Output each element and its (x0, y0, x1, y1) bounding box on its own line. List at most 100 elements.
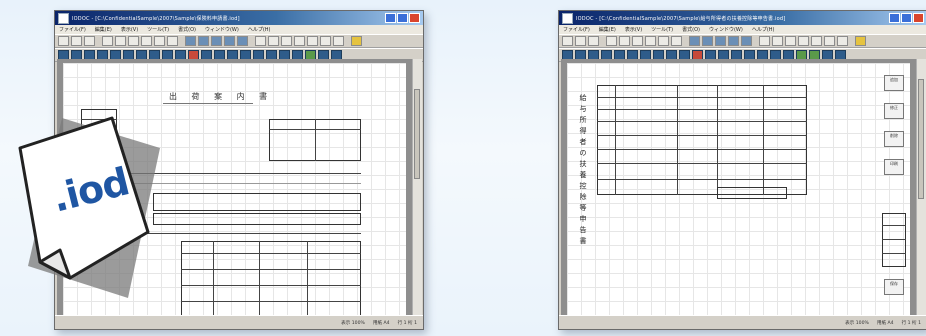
form-page[interactable]: 給与所得者の扶養控除等申告書 追加 修正 削除 印刷 保存 (567, 63, 910, 315)
menu-tools[interactable]: ツール(T) (651, 26, 673, 33)
italic-icon[interactable] (198, 36, 209, 46)
align-center-icon[interactable] (237, 36, 248, 46)
field-icon[interactable] (307, 36, 318, 46)
zoom-out-icon[interactable] (268, 36, 279, 46)
field-icon[interactable] (811, 36, 822, 46)
menu-window[interactable]: ウィンドウ(W) (205, 26, 239, 33)
zoom-in-icon[interactable] (759, 36, 770, 46)
status-paper: 用紙 A4 (372, 320, 390, 326)
minimize-button[interactable] (889, 13, 900, 23)
table-icon[interactable] (798, 36, 809, 46)
grid-icon[interactable] (785, 36, 796, 46)
line-icon[interactable] (824, 36, 835, 46)
help-icon[interactable] (855, 36, 866, 46)
window-title: IODOC - [C:\ConfidentialSample\2007\Samp… (576, 15, 786, 22)
print-icon[interactable] (167, 36, 178, 46)
copy-icon[interactable] (115, 36, 126, 46)
menu-edit[interactable]: 編集(E) (95, 26, 112, 33)
status-position: 行 1 桁 1 (901, 320, 921, 326)
box-icon[interactable] (333, 36, 344, 46)
menu-window[interactable]: ウィンドウ(W) (709, 26, 743, 33)
undo-icon[interactable] (141, 36, 152, 46)
edit-button[interactable]: 修正 (884, 103, 904, 119)
cut-icon[interactable] (606, 36, 617, 46)
form-vertical-title: 給与所得者の扶養控除等申告書 (579, 94, 587, 245)
underline-icon[interactable] (715, 36, 726, 46)
menu-file[interactable]: ファイル(F) (563, 26, 590, 33)
zoom-in-icon[interactable] (255, 36, 266, 46)
menu-format[interactable]: 書式(O) (178, 26, 196, 33)
vertical-scrollbar[interactable] (412, 59, 422, 315)
menu-help[interactable]: ヘルプ(H) (752, 26, 775, 33)
status-bar: 表示 100% 用紙 A4 行 1 桁 1 (55, 315, 423, 329)
paste-icon[interactable] (632, 36, 643, 46)
save-button[interactable]: 保存 (884, 279, 904, 295)
align-left-icon[interactable] (728, 36, 739, 46)
grid-icon[interactable] (281, 36, 292, 46)
app-icon (562, 12, 573, 24)
menu-view[interactable]: 表示(V) (121, 26, 138, 33)
app-icon (58, 12, 69, 24)
stamp-box[interactable] (81, 109, 117, 135)
standard-toolbar (55, 34, 423, 48)
title-bar[interactable]: IODOC - [C:\ConfidentialSample\2007\Samp… (55, 11, 423, 25)
line-icon[interactable] (320, 36, 331, 46)
menu-edit[interactable]: 編集(E) (599, 26, 616, 33)
zoom-out-icon[interactable] (772, 36, 783, 46)
status-paper: 用紙 A4 (876, 320, 894, 326)
redo-icon[interactable] (658, 36, 669, 46)
bold-icon[interactable] (185, 36, 196, 46)
delete-button[interactable]: 削除 (884, 131, 904, 147)
maximize-button[interactable] (901, 13, 912, 23)
name-field[interactable] (153, 213, 361, 225)
menu-format[interactable]: 書式(O) (682, 26, 700, 33)
menu-help[interactable]: ヘルプ(H) (248, 26, 271, 33)
scroll-thumb[interactable] (918, 79, 924, 199)
bold-icon[interactable] (689, 36, 700, 46)
vertical-scrollbar[interactable] (916, 59, 926, 315)
form-summary-box[interactable] (717, 187, 787, 199)
menu-bar: ファイル(F) 編集(E) 表示(V) ツール(T) 書式(O) ウィンドウ(W… (559, 25, 926, 34)
status-zoom: 表示 100% (341, 320, 365, 326)
menu-view[interactable]: 表示(V) (625, 26, 642, 33)
print-button[interactable]: 印刷 (884, 159, 904, 175)
open-icon[interactable] (71, 36, 82, 46)
close-button[interactable] (913, 13, 924, 23)
app-window-right: IODOC - [C:\ConfidentialSample\2007\Samp… (558, 10, 926, 330)
italic-icon[interactable] (702, 36, 713, 46)
align-center-icon[interactable] (741, 36, 752, 46)
underline-icon[interactable] (211, 36, 222, 46)
print-icon[interactable] (671, 36, 682, 46)
close-button[interactable] (409, 13, 420, 23)
document-area[interactable]: 給与所得者の扶養控除等申告書 追加 修正 削除 印刷 保存 (561, 59, 916, 315)
menu-tools[interactable]: ツール(T) (147, 26, 169, 33)
window-title: IODOC - [C:\ConfidentialSample\2007\Samp… (72, 15, 240, 22)
box-icon[interactable] (837, 36, 848, 46)
status-position: 行 1 桁 1 (397, 320, 417, 326)
title-bar[interactable]: IODOC - [C:\ConfidentialSample\2007\Samp… (559, 11, 926, 25)
save-icon[interactable] (84, 36, 95, 46)
table-icon[interactable] (294, 36, 305, 46)
maximize-button[interactable] (397, 13, 408, 23)
redo-icon[interactable] (154, 36, 165, 46)
undo-icon[interactable] (645, 36, 656, 46)
new-icon[interactable] (562, 36, 573, 46)
save-icon[interactable] (588, 36, 599, 46)
status-bar: 表示 100% 用紙 A4 行 1 桁 1 (559, 315, 926, 329)
status-zoom: 表示 100% (845, 320, 869, 326)
document-title: 出 荷 案 内 書 (169, 92, 274, 101)
scroll-thumb[interactable] (414, 89, 420, 179)
cut-icon[interactable] (102, 36, 113, 46)
open-icon[interactable] (575, 36, 586, 46)
menu-file[interactable]: ファイル(F) (59, 26, 86, 33)
help-icon[interactable] (351, 36, 362, 46)
address-field[interactable] (153, 193, 361, 211)
menu-bar: ファイル(F) 編集(E) 表示(V) ツール(T) 書式(O) ウィンドウ(W… (55, 25, 423, 34)
align-left-icon[interactable] (224, 36, 235, 46)
side-info-table[interactable] (882, 213, 906, 267)
minimize-button[interactable] (385, 13, 396, 23)
add-button[interactable]: 追加 (884, 75, 904, 91)
paste-icon[interactable] (128, 36, 139, 46)
new-icon[interactable] (58, 36, 69, 46)
copy-icon[interactable] (619, 36, 630, 46)
